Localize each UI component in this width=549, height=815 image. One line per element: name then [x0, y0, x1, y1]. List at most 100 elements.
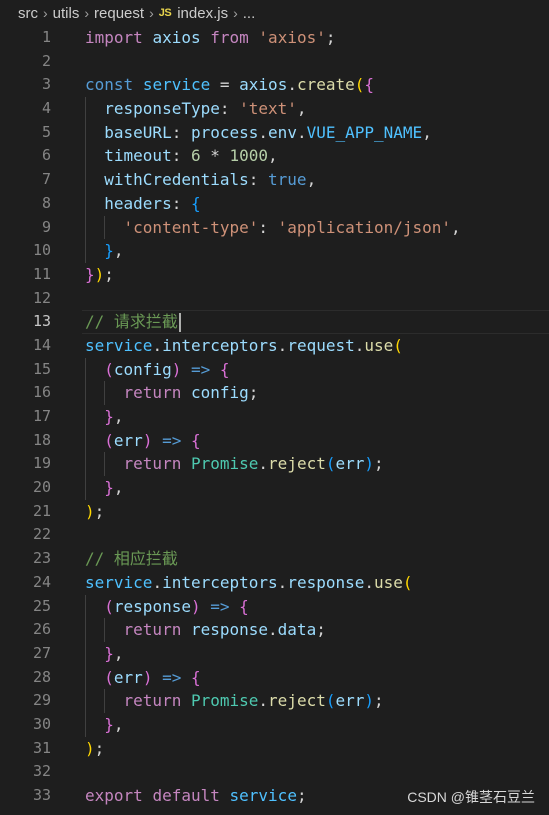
code-text: }); [85, 263, 114, 287]
code-line[interactable]: 24 service.interceptors.response.use( [0, 571, 549, 595]
line-number: 27 [32, 643, 51, 662]
code-line[interactable]: 11}); [0, 263, 549, 287]
code-token: { [219, 359, 230, 379]
code-text: (config) => { [85, 358, 230, 382]
code-token: ; [374, 454, 384, 474]
code-token: service [85, 335, 153, 355]
code-line[interactable]: 9 'content-type': 'application/json', [0, 215, 549, 240]
code-token: . [258, 454, 269, 474]
code-token: // 相应拦截 [85, 549, 178, 569]
code-line[interactable]: 4 responseType: 'text', [0, 97, 549, 121]
line-number: 29 [32, 691, 51, 710]
code-token: , [113, 241, 124, 261]
code-text: }, [85, 642, 123, 666]
code-line[interactable]: 16 return config; [0, 381, 549, 405]
line-number: 13 [32, 312, 51, 331]
code-text: timeout: 6 * 1000, [85, 144, 277, 168]
breadcrumb-item-file[interactable]: index.js [177, 5, 228, 22]
code-token: 'axios' [258, 28, 326, 47]
line-number: 5 [41, 122, 51, 141]
code-token: , [296, 99, 307, 119]
code-token: err [113, 430, 143, 450]
line-number: 16 [32, 383, 51, 402]
code-line[interactable]: 13 // 请求拦截 [0, 310, 549, 334]
code-token: : [171, 122, 191, 142]
code-line[interactable]: 5 baseURL: process.env.VUE_APP_NAME, [0, 120, 549, 145]
code-text: }, [85, 239, 124, 263]
code-token: : [219, 99, 240, 119]
code-text: (response) => { [85, 595, 249, 619]
line-number: 31 [32, 738, 51, 757]
code-line[interactable]: 25 (response) => { [0, 594, 549, 619]
code-token: return [123, 383, 182, 403]
code-line[interactable]: 17 }, [0, 405, 549, 429]
code-line[interactable]: 18 (err) => { [0, 428, 549, 453]
code-token: 'text' [239, 99, 297, 119]
code-line[interactable]: 19 return Promise.reject(err); [0, 452, 549, 477]
code-token: use [374, 572, 403, 592]
code-token: headers [104, 193, 172, 213]
breadcrumb-item-symbols[interactable]: ... [243, 5, 256, 22]
code-token: responseType [104, 99, 220, 119]
breadcrumb-item-utils[interactable]: utils [53, 5, 80, 22]
code-line[interactable]: 14 service.interceptors.request.use( [0, 334, 549, 358]
line-number: 17 [32, 407, 51, 425]
code-token: ; [325, 28, 336, 47]
line-number: 8 [41, 193, 51, 212]
code-line[interactable]: 27 }, [0, 641, 549, 666]
code-line[interactable]: 1 import axios from 'axios'; [0, 26, 549, 50]
code-line[interactable]: 32 [0, 760, 549, 784]
chevron-right-icon: › [233, 5, 238, 21]
code-token: ) [94, 264, 105, 284]
code-line[interactable]: 3 const service = axios.create({ [0, 73, 549, 97]
code-token: , [306, 170, 317, 190]
breadcrumb-item-request[interactable]: request [94, 5, 144, 22]
code-token: = [210, 75, 240, 95]
code-line[interactable]: 20 }, [0, 476, 549, 500]
code-token: process [190, 122, 259, 142]
code-text: ); [85, 737, 104, 761]
code-line[interactable]: 22 [0, 523, 549, 547]
code-token: ; [374, 691, 384, 711]
code-token: . [364, 572, 375, 592]
code-token: ( [104, 667, 114, 687]
code-token: ) [171, 359, 182, 379]
code-line[interactable]: 29 return Promise.reject(err); [0, 689, 549, 713]
code-text: return Promise.reject(err); [85, 689, 384, 713]
code-editor[interactable]: 1 import axios from 'axios'; 2 3 const servi… [0, 26, 549, 808]
code-line[interactable]: 15 (config) => { [0, 357, 549, 382]
breadcrumb-item-src[interactable]: src [18, 5, 38, 22]
code-token: => [190, 359, 211, 379]
code-token: axios [239, 75, 288, 95]
code-token: ) [190, 596, 201, 616]
code-line[interactable]: 7 withCredentials: true, [0, 168, 549, 192]
code-token: ) [364, 691, 375, 711]
code-line[interactable]: 28 (err) => { [0, 665, 549, 690]
code-line[interactable]: 8 headers: { [0, 191, 549, 216]
code-token: . [152, 335, 163, 355]
code-token: } [104, 478, 114, 498]
code-token: } [104, 643, 114, 663]
code-token: ) [85, 501, 95, 521]
code-line[interactable]: 30 }, [0, 712, 549, 737]
code-line[interactable]: 31); [0, 737, 549, 761]
code-line[interactable]: 10 }, [0, 239, 549, 263]
code-line[interactable]: 26 return response.data; [0, 618, 549, 642]
code-token: Promise [190, 691, 259, 711]
code-line[interactable]: 23 // 相应拦截 [0, 547, 549, 571]
code-line[interactable]: 12 [0, 287, 549, 311]
code-line[interactable]: 6 timeout: 6 * 1000, [0, 144, 549, 169]
code-text: baseURL: process.env.VUE_APP_NAME, [85, 121, 432, 145]
code-token: ( [104, 359, 114, 379]
code-line[interactable]: 2 [0, 50, 549, 74]
code-token: : [171, 193, 191, 213]
code-token: const [85, 75, 134, 95]
code-line[interactable]: 21); [0, 500, 549, 524]
code-token: VUE_APP_NAME [306, 122, 423, 142]
